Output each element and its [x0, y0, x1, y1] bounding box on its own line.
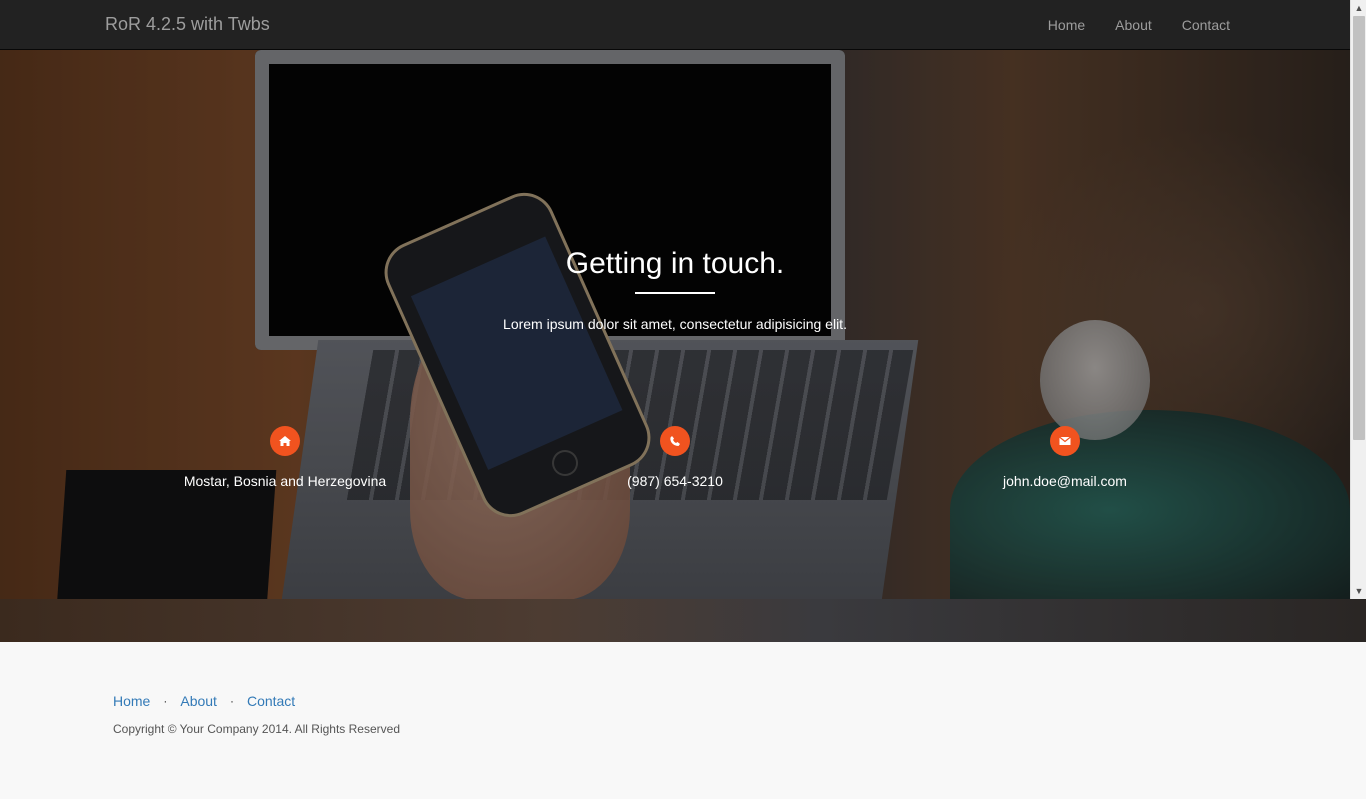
footer-nav: Home · About · Contact	[113, 693, 295, 709]
contact-phone-text: (987) 654-3210	[627, 473, 723, 489]
navbar-links: Home About Contact	[1033, 0, 1245, 50]
navbar-brand[interactable]: RoR 4.2.5 with Twbs	[105, 14, 270, 35]
envelope-icon	[1050, 426, 1080, 456]
nav-link-home[interactable]: Home	[1033, 0, 1100, 50]
footer-copyright: Copyright © Your Company 2014. All Right…	[113, 722, 400, 736]
hero-background-extension	[0, 599, 1366, 642]
footer-link-contact[interactable]: Contact	[247, 693, 295, 709]
hero-section: Getting in touch. Lorem ipsum dolor sit …	[0, 50, 1350, 599]
scroll-up-button[interactable]: ▲	[1351, 0, 1366, 16]
navbar: RoR 4.2.5 with Twbs Home About Contact	[0, 0, 1350, 50]
hero-title: Getting in touch.	[565, 247, 785, 280]
hero-lead: Lorem ipsum dolor sit amet, consectetur …	[503, 316, 847, 332]
hero-divider	[635, 292, 715, 294]
contact-address-text: Mostar, Bosnia and Herzegovina	[183, 473, 387, 489]
phone-icon	[660, 426, 690, 456]
scroll-thumb[interactable]	[1353, 16, 1365, 440]
nav-link-about[interactable]: About	[1100, 0, 1167, 50]
home-icon	[270, 426, 300, 456]
nav-link-contact[interactable]: Contact	[1167, 0, 1245, 50]
footer-separator: ·	[163, 694, 168, 708]
contact-email-text: john.doe@mail.com	[1003, 473, 1127, 489]
footer-link-home[interactable]: Home	[113, 693, 150, 709]
footer-link-about[interactable]: About	[180, 693, 217, 709]
contact-address: Mostar, Bosnia and Herzegovina	[125, 426, 445, 489]
scroll-down-button[interactable]: ▼	[1351, 583, 1366, 599]
page-scrollbar[interactable]: ▲ ▼	[1350, 0, 1366, 599]
footer-separator: ·	[229, 694, 234, 708]
contact-phone: (987) 654-3210	[515, 426, 835, 489]
contact-email: john.doe@mail.com	[905, 426, 1225, 489]
